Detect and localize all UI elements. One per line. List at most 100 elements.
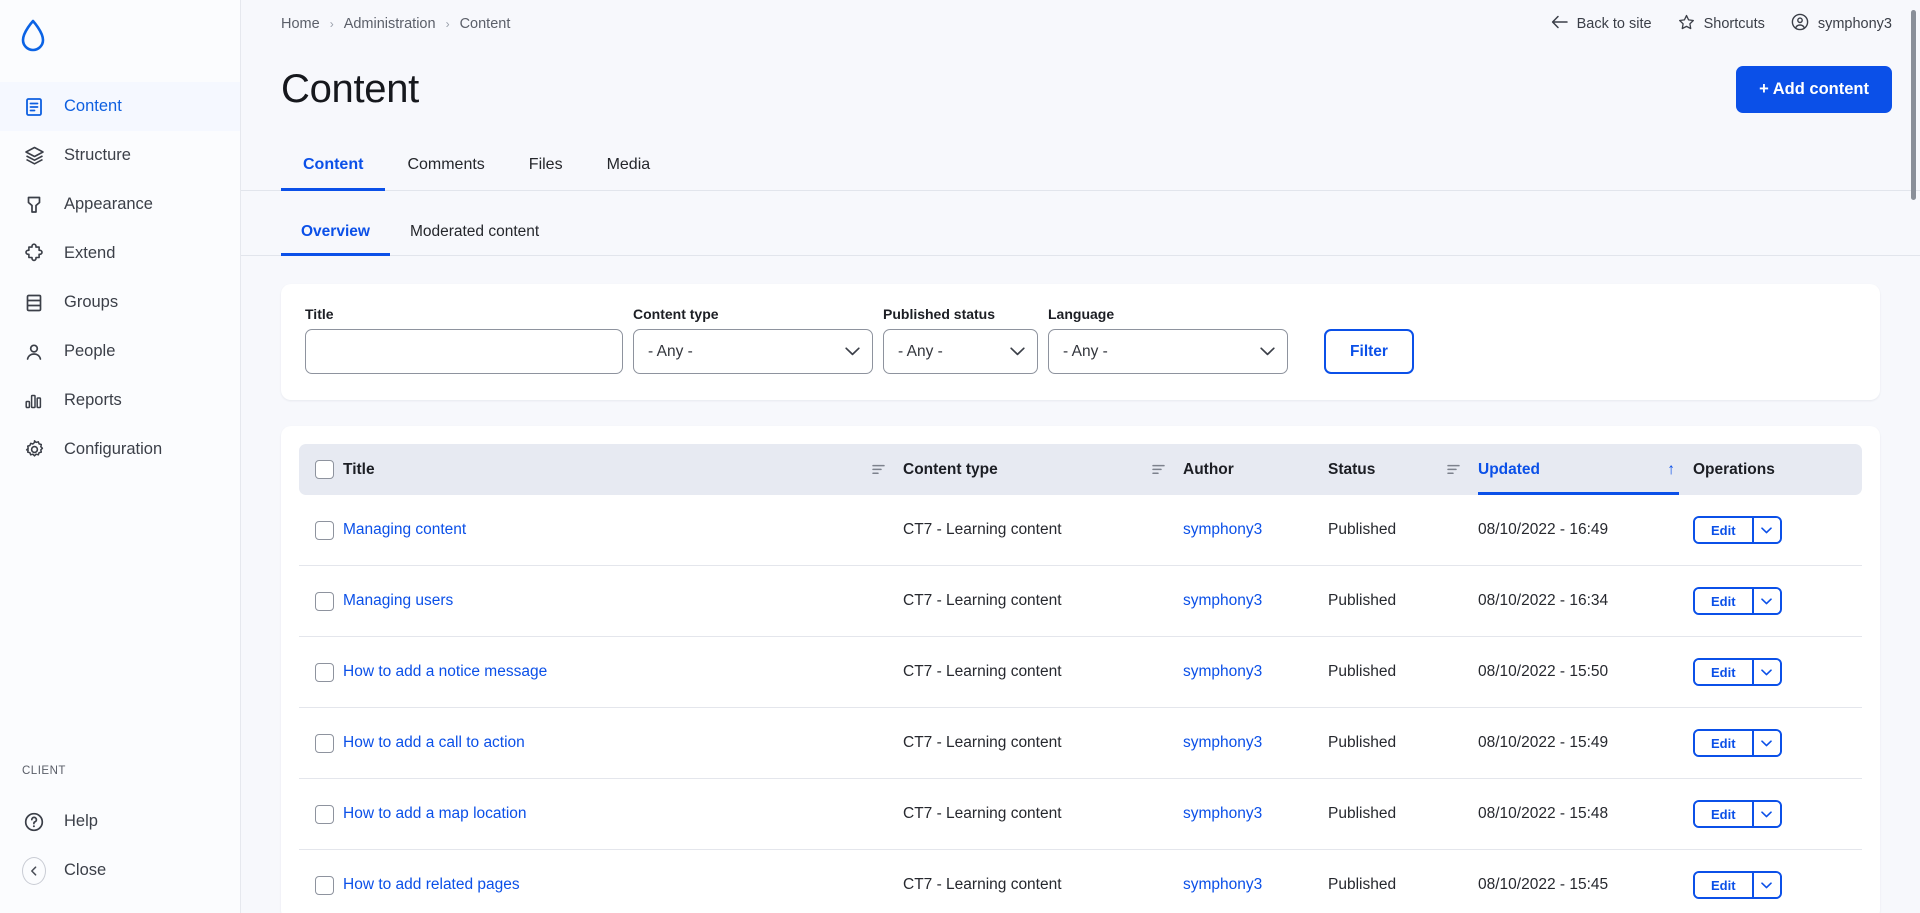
person-icon bbox=[22, 340, 46, 364]
row-title-cell: How to add related pages bbox=[343, 850, 903, 913]
row-checkbox[interactable] bbox=[315, 520, 334, 540]
sidebar-item-people[interactable]: People bbox=[0, 327, 240, 376]
edit-button[interactable]: Edit bbox=[1695, 660, 1752, 684]
add-content-button[interactable]: + Add content bbox=[1736, 65, 1892, 113]
page-scrollbar[interactable] bbox=[1911, 10, 1916, 200]
account-label: symphony3 bbox=[1817, 16, 1892, 32]
breadcrumb-item-content: Content bbox=[459, 16, 511, 32]
edit-dropdown-toggle[interactable] bbox=[1751, 873, 1780, 897]
sidebar-item-appearance[interactable]: Appearance bbox=[0, 180, 240, 229]
sidebar-item-structure[interactable]: Structure bbox=[0, 131, 240, 180]
sidebar-item-extend[interactable]: Extend bbox=[0, 229, 240, 278]
filter-submit-button[interactable]: Filter bbox=[1324, 329, 1414, 374]
column-updated[interactable]: Updated ↑ bbox=[1478, 444, 1693, 495]
row-checkbox[interactable] bbox=[315, 591, 334, 611]
edit-button[interactable]: Edit bbox=[1695, 731, 1752, 755]
edit-button[interactable]: Edit bbox=[1695, 589, 1752, 613]
row-title-cell: How to add a map location bbox=[343, 778, 903, 850]
content-title-link[interactable]: How to add related pages bbox=[343, 876, 520, 893]
content-title-link[interactable]: How to add a notice message bbox=[343, 663, 547, 680]
select-all-checkbox[interactable] bbox=[315, 460, 334, 479]
breadcrumb-item-home[interactable]: Home bbox=[281, 16, 320, 32]
edit-dropdown-toggle[interactable] bbox=[1751, 802, 1780, 826]
table-body: Managing content CT7 - Learning content … bbox=[299, 495, 1862, 913]
author-link[interactable]: symphony3 bbox=[1183, 663, 1262, 680]
row-title-cell: How to add a notice message bbox=[343, 636, 903, 708]
edit-button[interactable]: Edit bbox=[1695, 873, 1752, 897]
title-input[interactable] bbox=[305, 329, 623, 374]
tab-comments[interactable]: Comments bbox=[385, 142, 506, 190]
row-operations-cell: Edit bbox=[1693, 850, 1862, 913]
edit-button[interactable]: Edit bbox=[1695, 802, 1752, 826]
table-head: Title Content type Author Status Updated… bbox=[299, 444, 1862, 495]
column-content-type[interactable]: Content type bbox=[903, 444, 1183, 495]
table-row: How to add a notice message CT7 - Learni… bbox=[299, 636, 1862, 708]
breadcrumb-item-administration[interactable]: Administration bbox=[344, 16, 436, 32]
content-title-link[interactable]: How to add a map location bbox=[343, 805, 527, 822]
content-type-select[interactable]: - Any - bbox=[633, 329, 873, 374]
sort-icon bbox=[1447, 464, 1478, 475]
breadcrumb-separator-icon: › bbox=[329, 17, 334, 31]
author-link[interactable]: symphony3 bbox=[1183, 876, 1262, 893]
question-circle-icon bbox=[22, 810, 46, 834]
back-to-site-link[interactable]: Back to site bbox=[1551, 15, 1652, 33]
content-title-link[interactable]: Managing content bbox=[343, 521, 466, 538]
edit-dropdown-toggle[interactable] bbox=[1751, 660, 1780, 684]
column-title[interactable]: Title bbox=[343, 444, 903, 495]
edit-dropdown-toggle[interactable] bbox=[1751, 731, 1780, 755]
tab-overview[interactable]: Overview bbox=[281, 211, 390, 256]
author-link[interactable]: symphony3 bbox=[1183, 805, 1262, 822]
tab-files[interactable]: Files bbox=[507, 142, 585, 190]
edit-button[interactable]: Edit bbox=[1695, 518, 1752, 542]
sidebar-item-label: Content bbox=[64, 97, 122, 115]
row-checkbox[interactable] bbox=[315, 733, 334, 753]
row-author-cell: symphony3 bbox=[1183, 778, 1328, 850]
sidebar-section-label: CLIENT bbox=[22, 765, 66, 777]
row-select-cell bbox=[299, 565, 343, 637]
content-title-link[interactable]: How to add a call to action bbox=[343, 734, 525, 751]
sidebar: Content Structure Appearance Extend Grou… bbox=[0, 0, 241, 913]
chevron-left-icon bbox=[22, 856, 46, 885]
back-to-site-label: Back to site bbox=[1576, 16, 1652, 32]
language-select[interactable]: - Any - bbox=[1048, 329, 1288, 374]
account-link[interactable]: symphony3 bbox=[1791, 13, 1892, 35]
shortcuts-link[interactable]: Shortcuts bbox=[1678, 14, 1765, 35]
tab-media[interactable]: Media bbox=[585, 142, 673, 190]
published-status-select[interactable]: - Any - bbox=[883, 329, 1038, 374]
edit-split-button: Edit bbox=[1693, 800, 1782, 828]
edit-dropdown-toggle[interactable] bbox=[1751, 589, 1780, 613]
sidebar-bottom: CLIENT Help Close bbox=[0, 765, 240, 913]
sidebar-item-label: Close bbox=[64, 861, 107, 879]
tab-moderated-content[interactable]: Moderated content bbox=[390, 211, 559, 255]
gear-icon bbox=[22, 438, 46, 462]
content-title-link[interactable]: Managing users bbox=[343, 592, 453, 609]
sidebar-item-groups[interactable]: Groups bbox=[0, 278, 240, 327]
row-select-cell bbox=[299, 778, 343, 850]
edit-split-button: Edit bbox=[1693, 516, 1782, 544]
edit-dropdown-toggle[interactable] bbox=[1751, 518, 1780, 542]
drupal-drop-logo[interactable] bbox=[0, 0, 240, 72]
sidebar-item-reports[interactable]: Reports bbox=[0, 376, 240, 425]
row-checkbox[interactable] bbox=[315, 662, 334, 682]
sort-icon bbox=[1152, 464, 1183, 475]
row-checkbox[interactable] bbox=[315, 804, 334, 824]
sidebar-item-configuration[interactable]: Configuration bbox=[0, 425, 240, 474]
author-link[interactable]: symphony3 bbox=[1183, 592, 1262, 609]
secondary-tabs: Overview Moderated content bbox=[241, 211, 1920, 256]
author-link[interactable]: symphony3 bbox=[1183, 734, 1262, 751]
sidebar-item-label: Groups bbox=[64, 293, 119, 311]
sidebar-nav: Content Structure Appearance Extend Grou… bbox=[0, 72, 240, 474]
filter-row: Title Content type - Any - Published sta… bbox=[305, 306, 1856, 374]
sidebar-close-button[interactable]: Close bbox=[0, 846, 240, 895]
author-link[interactable]: symphony3 bbox=[1183, 521, 1262, 538]
sidebar-item-help[interactable]: Help bbox=[0, 797, 240, 846]
column-status[interactable]: Status bbox=[1328, 444, 1478, 495]
admin-page: Content Structure Appearance Extend Grou… bbox=[0, 0, 1920, 913]
row-content-type-cell: CT7 - Learning content bbox=[903, 778, 1183, 850]
sidebar-item-content[interactable]: Content bbox=[0, 82, 240, 131]
row-select-cell bbox=[299, 707, 343, 779]
row-author-cell: symphony3 bbox=[1183, 707, 1328, 779]
tab-content[interactable]: Content bbox=[281, 142, 386, 191]
document-icon bbox=[22, 95, 46, 119]
row-checkbox[interactable] bbox=[315, 875, 334, 895]
